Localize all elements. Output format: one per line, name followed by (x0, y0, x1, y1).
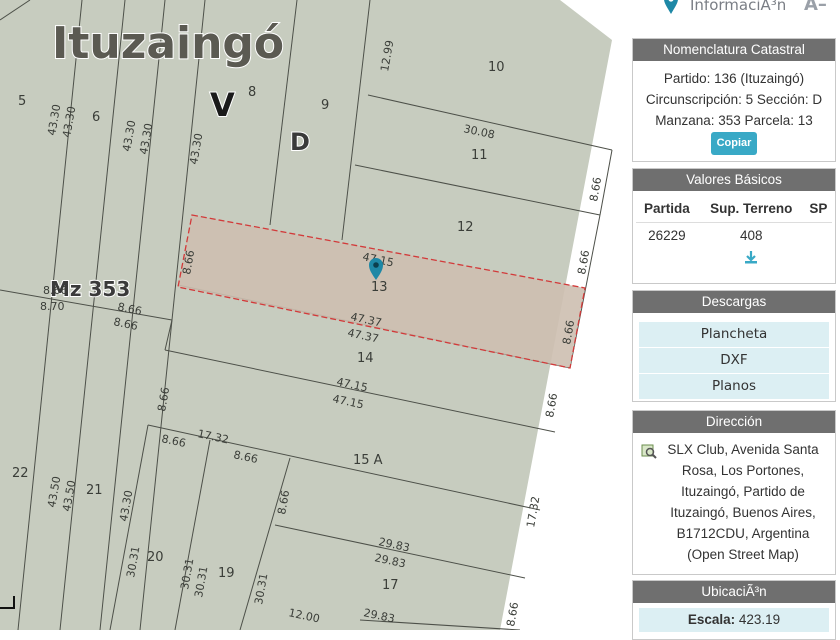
cadastral-map[interactable]: Ituzaingó V D Mz 353 5 6 8 9 10 11 12 13 14 15 A1… (0, 0, 628, 630)
descargas-header: Descargas (633, 291, 835, 313)
partida-value: 26229 (648, 228, 686, 243)
plot-label: 21 (86, 483, 103, 498)
ubicacion-header: UbicaciÃ³n (633, 581, 835, 603)
plot-label: 12 (457, 220, 474, 235)
measurement-label: 43.50 (60, 479, 78, 512)
plot-label: 13 (371, 280, 388, 295)
col-sp: SP (804, 197, 832, 223)
measurement-label: 30.31 (192, 565, 210, 598)
plot-label: 9 (321, 98, 329, 113)
measurement-label: 8.66 (275, 489, 292, 515)
measurement-label: 8.66 (112, 315, 139, 333)
direccion-header: Dirección (633, 411, 835, 433)
sup-value: 408 (739, 228, 763, 243)
measurement-label: 47.37 (346, 326, 380, 345)
plot-label: 14 (357, 351, 374, 366)
plot-label: 11 (471, 148, 488, 163)
measurement-label: 8.66 (43, 284, 68, 297)
plot-label: 20 (147, 550, 164, 565)
nomenclatura-box: Nomenclatura Catastral Partido: 136 (Itu… (632, 38, 836, 162)
download-plancheta-link[interactable]: Plancheta (639, 321, 829, 347)
measurement-label: 47.15 (335, 375, 369, 394)
measurement-label: 8.70 (40, 300, 65, 313)
measurement-label: 29.83 (362, 606, 396, 625)
valores-box: Valores Básicos Partida Sup. Terreno SP … (632, 168, 836, 284)
locality-label: Ituzaingó (52, 18, 284, 69)
download-icon[interactable] (744, 250, 758, 264)
nomenclatura-line3: Manzana: 353 Parcela: 13 (655, 113, 813, 128)
sp-value (805, 223, 832, 246)
copy-button[interactable]: Copiar (710, 132, 758, 155)
info-title: InformaciÃ³n (690, 0, 787, 14)
info-panel: InformaciÃ³n A– Nomenclatura Catastral P… (628, 0, 840, 640)
measurement-label: 43.30 (120, 119, 138, 152)
info-header[interactable]: InformaciÃ³n A– (634, 0, 838, 22)
measurement-label: 43.30 (137, 122, 155, 155)
pin-icon (664, 0, 678, 14)
direccion-text: SLX Club, Avenida Santa Rosa, Los Porton… (667, 442, 819, 562)
plot-label: 19 (218, 566, 235, 581)
valores-header: Valores Básicos (633, 169, 835, 191)
measurement-label: 30.08 (462, 122, 496, 141)
measurement-label: 8.66 (232, 448, 259, 466)
scale-value: 423.19 (738, 612, 781, 627)
measurement-label: 12.00 (287, 606, 321, 625)
col-sup: Sup. Terreno (697, 197, 805, 223)
plot-label: 6 (92, 110, 100, 125)
measurement-label: 47.15 (331, 392, 365, 411)
font-size-icon[interactable]: A– (804, 0, 827, 15)
nomenclatura-header: Nomenclatura Catastral (633, 39, 835, 61)
map-search-icon (641, 444, 657, 459)
measurement-label: 43.30 (117, 489, 135, 522)
plot-label: 5 (18, 94, 26, 109)
scale-label: Escala: (687, 612, 736, 627)
measurement-label: 8.66 (160, 432, 187, 450)
plot-label: 15 A (353, 453, 383, 468)
plot-label: 10 (488, 60, 505, 75)
nomenclatura-line2: Circunscripción: 5 Sección: D (645, 92, 823, 107)
col-partida: Partida (636, 197, 698, 223)
measurement-label: 30.31 (124, 545, 142, 578)
direccion-box: Dirección SLX Club, Avenida Santa Rosa, … (632, 410, 836, 575)
descargas-box: Descargas Plancheta DXF Planos (632, 290, 836, 402)
circ-label: V (210, 86, 235, 124)
nomenclatura-line1: Partido: 136 (Ituzaingó) (663, 71, 805, 86)
valores-table: Partida Sup. Terreno SP 26229 408 (636, 197, 832, 269)
section-label: D (290, 128, 310, 156)
plot-label: 22 (12, 466, 29, 481)
measurement-label: 43.30 (187, 132, 205, 165)
measurement-label: 29.83 (373, 551, 407, 570)
download-planos-link[interactable]: Planos (639, 373, 829, 399)
ubicacion-box: UbicaciÃ³n Escala: 423.19 (632, 580, 836, 640)
plot-label: 17 (382, 578, 399, 593)
corner-bracket-icon (0, 596, 15, 609)
measurement-label: 12.99 (378, 39, 396, 72)
measurement-label: 43.30 (60, 105, 78, 138)
measurement-label: 8.66 (155, 386, 172, 412)
measurement-label: 17.32 (196, 427, 230, 446)
plot-label: 8 (248, 85, 256, 100)
download-dxf-link[interactable]: DXF (639, 347, 829, 373)
